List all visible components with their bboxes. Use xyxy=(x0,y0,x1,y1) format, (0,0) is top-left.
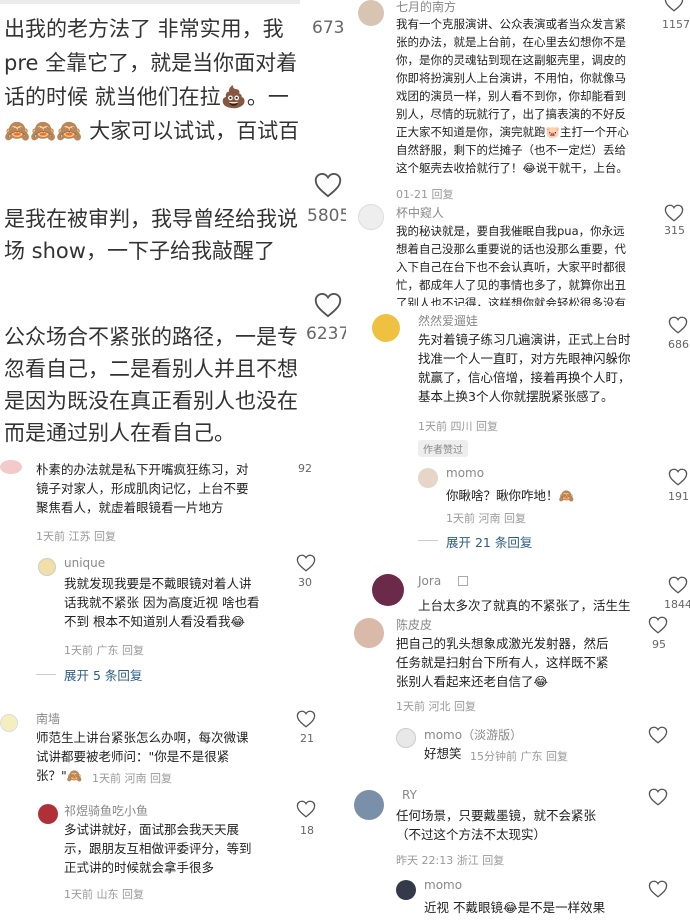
like-count: 686 xyxy=(668,338,689,351)
comment-meta[interactable]: 1天前 河南 回复 xyxy=(92,770,172,786)
like-count: 1157 xyxy=(662,18,690,31)
large-comment-panel-3: 公众场合不紧张的路径，一是专 忽看自己，二是看别人并且不想 是因为既没在真正看别… xyxy=(0,286,346,454)
like-heart-icon[interactable] xyxy=(668,468,688,486)
like-count: 5805 xyxy=(307,206,346,226)
like-count: 95 xyxy=(652,638,666,651)
commenter-name[interactable]: 陈皮皮 xyxy=(396,616,432,633)
large-comment-panel-2: 是我在被审判，我导曾经给我说 场 show，一下子给我敲醒了 5805 xyxy=(0,160,346,280)
comment-text: 师范生上讲台紧张怎么办啊，每次微课 试讲都要被老师问："你是不是很紧 xyxy=(36,730,249,764)
like-count: 315 xyxy=(664,224,685,237)
avatar[interactable] xyxy=(0,714,18,732)
comment-panel-right-1: 七月的南方 1157 我有一个克服演讲、公众表演或者当众发言紧 张的办法，就是上… xyxy=(350,0,690,200)
badge-icon xyxy=(458,576,468,586)
like-count: 21 xyxy=(300,732,314,745)
comment-meta[interactable]: 1天前 广东 回复 xyxy=(64,642,144,658)
like-count: 92 xyxy=(298,462,312,475)
reply-text: 好想笑 xyxy=(424,746,462,761)
comment-text: 朴素的办法就是私下开嘴疯狂练习，对 镜子对家人，形成肌肉记忆，上台不要 聚焦看人… xyxy=(36,462,249,515)
reply-text: 近视 不戴眼镜😂是不是一样效果 xyxy=(424,900,606,915)
comment-list-left: 朴素的办法就是私下开嘴疯狂练习，对 镜子对家人，形成肌肉记忆，上台不要 聚焦看人… xyxy=(0,458,346,920)
commenter-name[interactable]: 杯中窥人 xyxy=(396,204,444,221)
avatar[interactable] xyxy=(372,574,404,606)
avatar[interactable] xyxy=(418,468,438,488)
reply-text: 多试讲就好，面试那会我天天展 示，跟朋友互相做评委评分，等到 正式讲的时候就会拿… xyxy=(64,822,252,875)
like-count: 1844 xyxy=(664,598,690,611)
comment-line: 🙈🙈🙈 大家可以试试，百试百 xyxy=(4,119,300,143)
like-count: 6237 xyxy=(306,324,346,344)
like-heart-icon[interactable] xyxy=(314,292,342,318)
comment-text: 先对着镜子练习几遍演讲，正式上台时 找准一个人一直盯，对方先眼神闪躲你 就赢了，… xyxy=(418,332,631,404)
like-heart-icon[interactable] xyxy=(664,204,684,222)
like-heart-icon[interactable] xyxy=(314,172,342,198)
comment-text: 我有一个克服演讲、公众表演或者当众发言紧 张的办法，就是上台前，在心里去幻想你不… xyxy=(396,17,629,175)
commenter-name[interactable]: unique xyxy=(64,556,105,570)
avatar[interactable] xyxy=(396,880,416,900)
expand-replies-link[interactable]: 展开 5 条回复 xyxy=(64,665,142,684)
comment-text: 任何场景，只要戴墨镜，就不会紧张 （不过这个方法不太现实） xyxy=(396,808,597,842)
commenter-name[interactable]: momo xyxy=(424,878,462,892)
reply-text: 我就发现我要是不戴眼镜对着人讲 话我就不紧张 因为高度近视 啥也看 不到 根本不… xyxy=(64,576,260,629)
like-heart-icon[interactable] xyxy=(668,576,688,594)
comment-meta[interactable]: 昨天 22:13 浙江 回复 xyxy=(396,852,504,868)
comment-panel-right-2: 杯中窥人 315 我的秘诀就是，要自我催眠自我pua，你永远 想着自己没那么重要… xyxy=(350,202,690,306)
avatar[interactable] xyxy=(358,204,384,230)
divider xyxy=(418,540,438,541)
comment-meta[interactable]: 1天前 河南 回复 xyxy=(446,510,526,526)
comment-meta[interactable]: 1天前 河北 回复 xyxy=(396,698,476,714)
commenter-name[interactable]: momo（淡游版） xyxy=(424,726,522,743)
comment-line: 场 show，一下子给我敲醒了 xyxy=(4,239,275,263)
expand-replies-link[interactable]: 展开 21 条回复 xyxy=(446,532,532,551)
like-heart-icon[interactable] xyxy=(668,316,688,334)
comment-text: 上台太多次了就真的不紧张了，活生生 xyxy=(418,598,631,613)
comment-meta[interactable]: 1天前 山东 回复 xyxy=(64,886,144,902)
like-count: 191 xyxy=(668,490,689,503)
comment-meta[interactable]: 01-21 回复 xyxy=(396,186,453,200)
commenter-name[interactable]: 然然爱遛娃 xyxy=(418,312,478,329)
divider xyxy=(36,674,56,675)
avatar[interactable] xyxy=(38,558,56,576)
avatar[interactable] xyxy=(396,728,416,748)
like-count: 30 xyxy=(298,576,312,589)
avatar[interactable] xyxy=(0,460,22,474)
comment-meta[interactable]: 15分钟前 广东 回复 xyxy=(470,748,568,764)
cut-off-text xyxy=(0,0,300,4)
like-heart-icon[interactable] xyxy=(296,710,316,728)
comment-meta[interactable]: 1天前 江苏 回复 xyxy=(36,528,116,544)
comment-panel-right-3: 然然爱遛娃 686 先对着镜子练习几遍演讲，正式上台时 找准一个人一直盯，对方先… xyxy=(350,308,690,920)
author-liked-badge: 作者赞过 xyxy=(418,440,468,457)
commenter-name[interactable]: RY xyxy=(402,788,417,802)
avatar[interactable] xyxy=(38,804,58,824)
like-heart-icon[interactable] xyxy=(648,726,668,744)
like-heart-icon[interactable] xyxy=(296,554,316,572)
like-heart-icon[interactable] xyxy=(648,880,668,898)
commenter-name[interactable]: 南墙 xyxy=(36,710,60,727)
commenter-name[interactable]: 七月的南方 xyxy=(396,0,456,15)
like-heart-icon[interactable] xyxy=(296,800,316,818)
commenter-name[interactable]: Jora xyxy=(418,574,441,588)
large-comment-panel-1: 出我的老方法了 非常实用，我 pre 全靠它了，就是当你面对着 话的时候 就当他… xyxy=(0,0,346,150)
like-heart-icon[interactable] xyxy=(648,788,668,806)
comment-text-end: 张？"🙈 xyxy=(36,768,83,783)
reply-text: 你瞅啥？瞅你咋地！🙈 xyxy=(446,488,575,503)
comment-meta[interactable]: 1天前 四川 回复 xyxy=(418,418,498,434)
comment-text: 把自己的乳头想象成激光发射器，然后 任务就是扫射台下所有人，这样既不紧 张别人看… xyxy=(396,636,609,689)
comment-line: 而是通过别人在看自己。 xyxy=(4,421,235,445)
commenter-name[interactable]: momo xyxy=(446,466,484,480)
like-count: 18 xyxy=(300,824,314,837)
avatar[interactable] xyxy=(372,314,400,342)
like-count: 673 xyxy=(312,18,345,38)
avatar[interactable] xyxy=(354,790,384,820)
comment-text: 我的秘诀就是，要自我催眠自我pua，你永远 想着自己没那么重要说的话也没那么重要… xyxy=(396,224,626,306)
like-heart-icon[interactable] xyxy=(664,0,684,12)
avatar[interactable] xyxy=(354,618,384,648)
like-heart-icon[interactable] xyxy=(648,616,668,634)
commenter-name[interactable]: 祁煜骑鱼吃小鱼 xyxy=(64,802,148,819)
avatar[interactable] xyxy=(358,0,384,26)
